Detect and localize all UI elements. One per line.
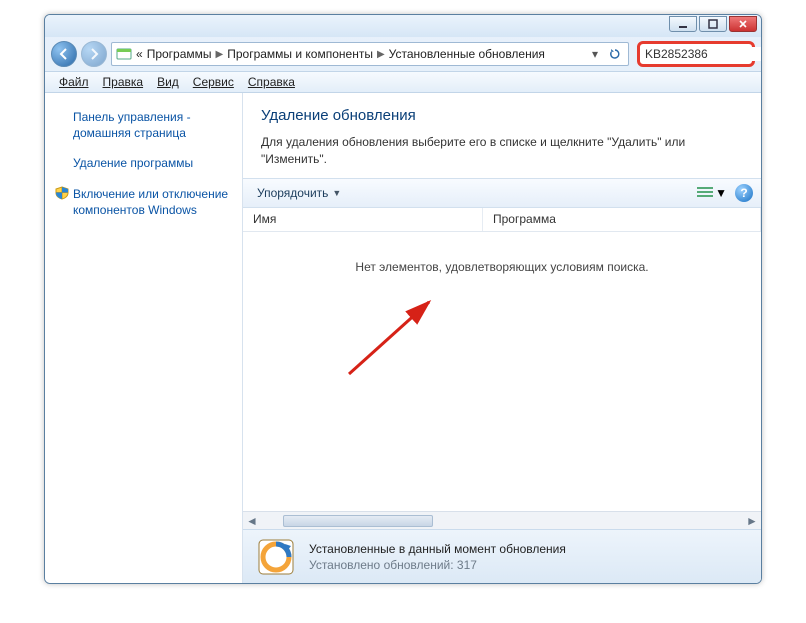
column-headers: Имя Программа — [243, 208, 761, 232]
horizontal-scrollbar[interactable]: ◄ ► — [243, 511, 761, 529]
forward-button[interactable] — [81, 41, 107, 67]
breadcrumb-prefix: « — [136, 47, 143, 61]
maximize-button[interactable] — [699, 16, 727, 32]
menu-bar: Файл Правка Вид Сервис Справка — [45, 71, 761, 93]
menu-view[interactable]: Вид — [151, 73, 185, 91]
control-panel-icon — [116, 46, 132, 62]
main-area: Удаление обновления Для удаления обновле… — [243, 93, 761, 583]
breadcrumb[interactable]: « Программы▶ Программы и компоненты▶ Уст… — [136, 47, 545, 61]
window: « Программы▶ Программы и компоненты▶ Уст… — [44, 14, 762, 584]
annotation-arrow — [339, 294, 459, 384]
breadcrumb-item[interactable]: Программы и компоненты — [227, 47, 373, 61]
sidebar-link-features[interactable]: Включение или отключение компонентов Win… — [55, 182, 232, 222]
column-name[interactable]: Имя — [243, 208, 483, 231]
scroll-left-button[interactable]: ◄ — [243, 513, 261, 529]
menu-help[interactable]: Справка — [242, 73, 301, 91]
status-count: Установлено обновлений: 317 — [309, 558, 566, 572]
chevron-down-icon: ▼ — [332, 188, 341, 198]
back-button[interactable] — [51, 41, 77, 67]
updates-icon — [255, 536, 297, 578]
breadcrumb-item[interactable]: Установленные обновления — [389, 47, 545, 61]
nav-row: « Программы▶ Программы и компоненты▶ Уст… — [45, 37, 761, 71]
page-description: Для удаления обновления выберите его в с… — [261, 134, 743, 168]
search-input[interactable] — [645, 47, 762, 61]
scroll-right-button[interactable]: ► — [743, 513, 761, 529]
body: Панель управления - домашняя страница Уд… — [45, 93, 761, 583]
sidebar-link-home[interactable]: Панель управления - домашняя страница — [55, 105, 232, 145]
chevron-down-icon: ▼ — [715, 186, 727, 200]
column-program[interactable]: Программа — [483, 208, 761, 231]
status-bar: Установленные в данный момент обновления… — [243, 529, 761, 583]
chevron-right-icon: ▶ — [216, 49, 224, 60]
empty-message: Нет элементов, удовлетворяющих условиям … — [243, 260, 761, 274]
organize-button[interactable]: Упорядочить▼ — [251, 184, 347, 202]
titlebar — [45, 15, 761, 37]
dropdown-button[interactable]: ▾ — [586, 45, 604, 63]
toolbar: Упорядочить▼ ▼ ? — [243, 178, 761, 208]
menu-file[interactable]: Файл — [53, 73, 95, 91]
view-icon — [697, 186, 713, 200]
shield-icon — [55, 186, 69, 200]
page-title: Удаление обновления — [261, 107, 743, 124]
status-text: Установленные в данный момент обновления… — [309, 542, 566, 572]
menu-tools[interactable]: Сервис — [187, 73, 240, 91]
address-bar[interactable]: « Программы▶ Программы и компоненты▶ Уст… — [111, 42, 629, 66]
view-button[interactable]: ▼ — [697, 186, 727, 200]
list-area: Нет элементов, удовлетворяющих условиям … — [243, 232, 761, 511]
scrollbar-thumb[interactable] — [283, 515, 433, 527]
status-title: Установленные в данный момент обновления — [309, 542, 566, 556]
chevron-right-icon: ▶ — [377, 49, 385, 60]
menu-edit[interactable]: Правка — [97, 73, 150, 91]
sidebar: Панель управления - домашняя страница Уд… — [45, 93, 243, 583]
main-header: Удаление обновления Для удаления обновле… — [243, 93, 761, 178]
sidebar-link-uninstall[interactable]: Удаление программы — [55, 151, 232, 175]
minimize-button[interactable] — [669, 16, 697, 32]
search-box[interactable]: × — [637, 41, 755, 67]
close-button[interactable] — [729, 16, 757, 32]
help-button[interactable]: ? — [735, 184, 753, 202]
breadcrumb-item[interactable]: Программы — [147, 47, 212, 61]
refresh-button[interactable] — [606, 45, 624, 63]
